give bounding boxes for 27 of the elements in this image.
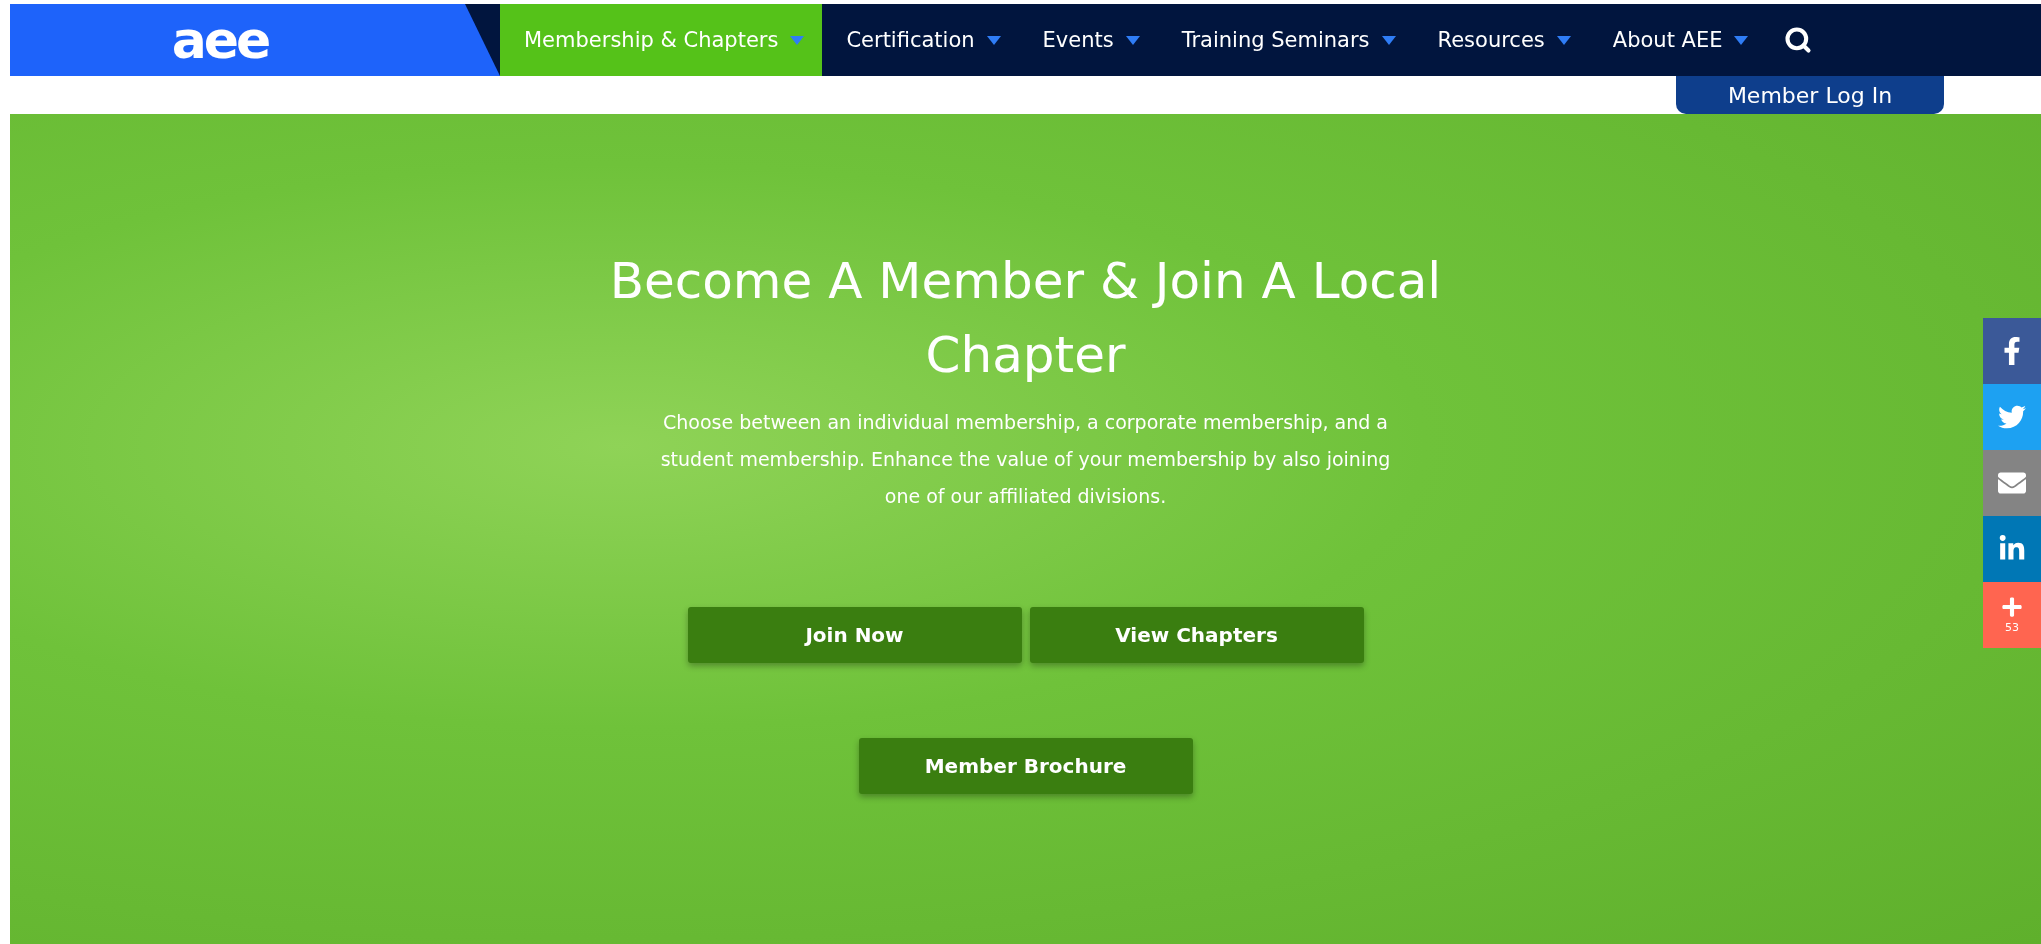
nav-tab[interactable]: Events xyxy=(1018,4,1158,76)
caret-icon xyxy=(1556,35,1571,45)
share-button[interactable] xyxy=(1983,450,2041,516)
share-button[interactable] xyxy=(1983,318,2041,384)
bird-icon xyxy=(1998,403,2026,431)
caret-icon xyxy=(986,35,1001,45)
nav-tab[interactable]: Training Seminars xyxy=(1157,4,1414,76)
logo[interactable]: aee xyxy=(171,14,269,66)
nav-tab[interactable]: Certification xyxy=(822,4,1019,76)
hero-title: Become A Member & Join A Local Chapter xyxy=(608,251,1443,386)
share-count: 53 xyxy=(2005,621,2019,634)
plus-icon xyxy=(2001,596,2023,618)
nav-tab[interactable]: About AEE xyxy=(1588,4,1767,76)
caret-icon xyxy=(1125,35,1140,45)
login-button[interactable]: Member Log In xyxy=(1676,76,1944,114)
linkedin-icon xyxy=(1998,535,2026,563)
nav-tab[interactable]: Resources xyxy=(1413,4,1589,76)
action-button[interactable]: Member Brochure xyxy=(858,738,1193,794)
share-button[interactable] xyxy=(1983,516,2041,582)
caret-icon xyxy=(790,35,805,45)
action-button[interactable]: View Chapters xyxy=(1029,607,1364,663)
caret-icon xyxy=(1381,35,1396,45)
caret-icon xyxy=(1734,35,1749,45)
search-icon xyxy=(1784,26,1813,54)
share-button[interactable] xyxy=(1983,384,2041,450)
hero-text: Choose between an individual membership, a corporate membership, and a student membership. Enhance the value of your membership by also joining one of our affiliated divisions. xyxy=(659,410,1392,509)
action-button[interactable]: Join Now xyxy=(687,607,1022,663)
